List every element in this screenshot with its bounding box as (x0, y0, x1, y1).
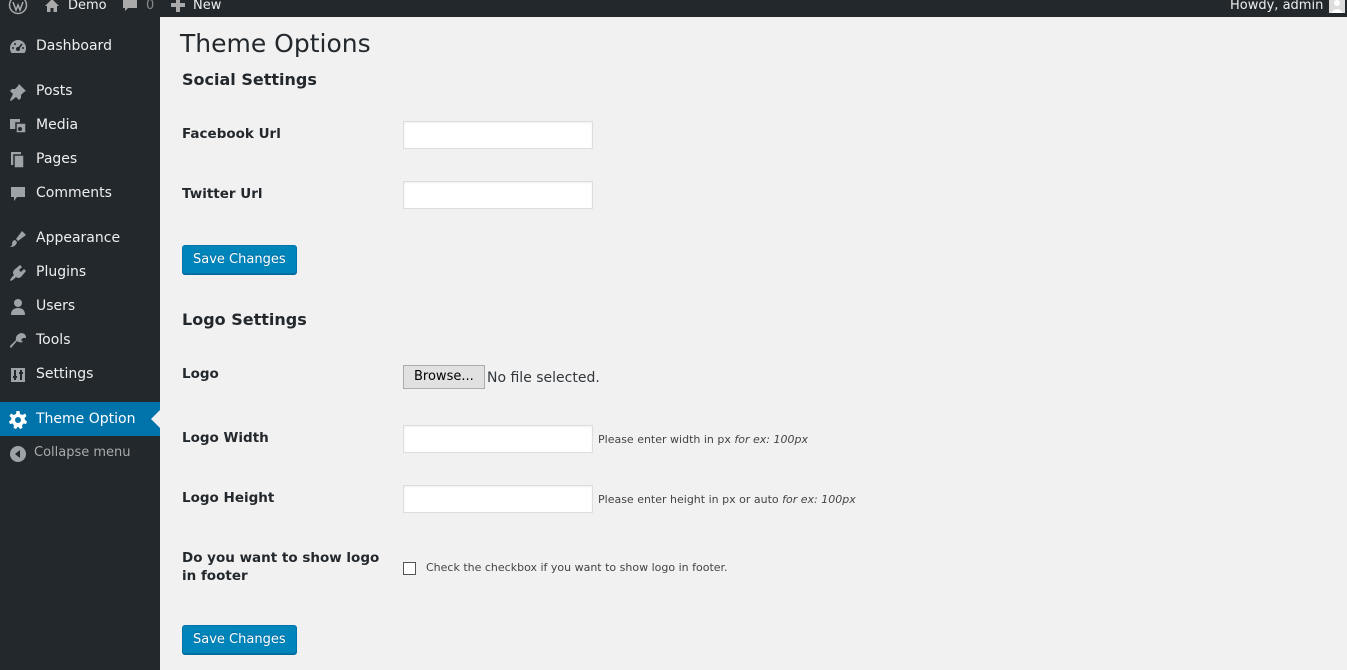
sidebar-item-label: Posts (36, 83, 73, 99)
sidebar-item-label: Settings (36, 366, 94, 382)
twitter-url-label: Twitter Url (182, 186, 263, 202)
user-icon (8, 297, 28, 317)
logo-width-description: Please enter width in px for ex: 100px (598, 433, 808, 447)
logo-settings-heading: Logo Settings (182, 310, 307, 329)
comments-count: 0 (146, 0, 155, 13)
site-name-link[interactable]: Demo (44, 0, 107, 15)
logo-height-label: Logo Height (182, 490, 275, 506)
sidebar-item-pages[interactable]: Pages (0, 142, 160, 176)
facebook-url-input[interactable] (403, 121, 593, 149)
home-icon (44, 0, 60, 13)
sidebar-item-comments[interactable]: Comments (0, 176, 160, 210)
sidebar-item-label: Plugins (36, 264, 87, 280)
sidebar-item-media[interactable]: Media (0, 108, 160, 142)
collapse-menu-button[interactable]: Collapse menu (0, 436, 160, 470)
sidebar-item-label: Media (36, 117, 79, 133)
logo-width-example: for ex: 100px (734, 433, 808, 446)
dashboard-icon (8, 37, 28, 57)
facebook-url-label: Facebook Url (182, 126, 281, 142)
sidebar-item-tools[interactable]: Tools (0, 323, 160, 357)
collapse-arrow-icon (8, 444, 28, 464)
brush-icon (8, 229, 28, 249)
howdy-text: Howdy, admin (1230, 0, 1324, 13)
logo-width-desc-text: Please enter width in px (598, 433, 731, 446)
comment-icon (122, 0, 138, 13)
sidebar-item-label: Dashboard (36, 38, 112, 54)
sidebar-item-label: Theme Option (36, 411, 136, 427)
logo-footer-checkbox[interactable] (403, 562, 416, 575)
social-settings-heading: Social Settings (182, 70, 317, 89)
new-label: New (193, 0, 222, 13)
logo-height-description: Please enter height in px or auto for ex… (598, 493, 856, 507)
logo-width-input[interactable] (403, 425, 593, 453)
wordpress-logo-icon[interactable] (8, 0, 28, 15)
sidebar-item-users[interactable]: Users (0, 289, 160, 323)
sidebar-item-theme-option[interactable]: Theme Option (0, 402, 160, 436)
twitter-url-input[interactable] (403, 181, 593, 209)
pin-icon (8, 82, 28, 102)
settings-icon (8, 365, 28, 385)
avatar (1329, 0, 1346, 13)
logo-label: Logo (182, 366, 219, 382)
browse-file-button[interactable]: Browse... (403, 365, 485, 389)
new-content-link[interactable]: New (171, 0, 221, 15)
logo-height-input[interactable] (403, 485, 593, 513)
sidebar-item-label: Appearance (36, 230, 121, 246)
save-logo-button[interactable]: Save Changes (182, 625, 297, 654)
site-name: Demo (68, 0, 107, 13)
gear-icon (8, 410, 28, 430)
admin-sidebar: Dashboard Posts Media Pages Comments App… (0, 17, 160, 670)
plugin-icon (8, 263, 28, 283)
save-social-button[interactable]: Save Changes (182, 245, 297, 274)
sidebar-item-appearance[interactable]: Appearance (0, 221, 160, 255)
main-content: Theme Options Social Settings Facebook U… (160, 17, 1347, 670)
sidebar-item-label: Users (36, 298, 76, 314)
collapse-menu-label: Collapse menu (34, 445, 131, 460)
comments-link[interactable]: 0 (122, 0, 154, 15)
admin-bar: Demo 0 New Howdy, admin (0, 0, 1347, 17)
sidebar-item-dashboard[interactable]: Dashboard (0, 29, 160, 63)
file-status-text: No file selected. (487, 370, 600, 386)
logo-width-label: Logo Width (182, 430, 269, 446)
wrench-icon (8, 331, 28, 351)
media-icon (8, 116, 28, 136)
plus-icon (171, 0, 185, 12)
sidebar-item-label: Comments (36, 185, 112, 201)
comment-icon (8, 184, 28, 204)
logo-height-example: for ex: 100px (782, 493, 856, 506)
logo-height-desc-text: Please enter height in px or auto (598, 493, 779, 506)
sidebar-item-plugins[interactable]: Plugins (0, 255, 160, 289)
sidebar-item-label: Tools (36, 332, 71, 348)
sidebar-item-label: Pages (36, 151, 78, 167)
logo-footer-description: Check the checkbox if you want to show l… (426, 561, 728, 574)
sidebar-item-posts[interactable]: Posts (0, 74, 160, 108)
logo-footer-label: Do you want to show logo in footer (182, 550, 380, 584)
page-title: Theme Options (180, 29, 371, 58)
account-link[interactable]: Howdy, admin (1230, 0, 1346, 15)
sidebar-item-settings[interactable]: Settings (0, 357, 160, 391)
pages-icon (8, 150, 28, 170)
